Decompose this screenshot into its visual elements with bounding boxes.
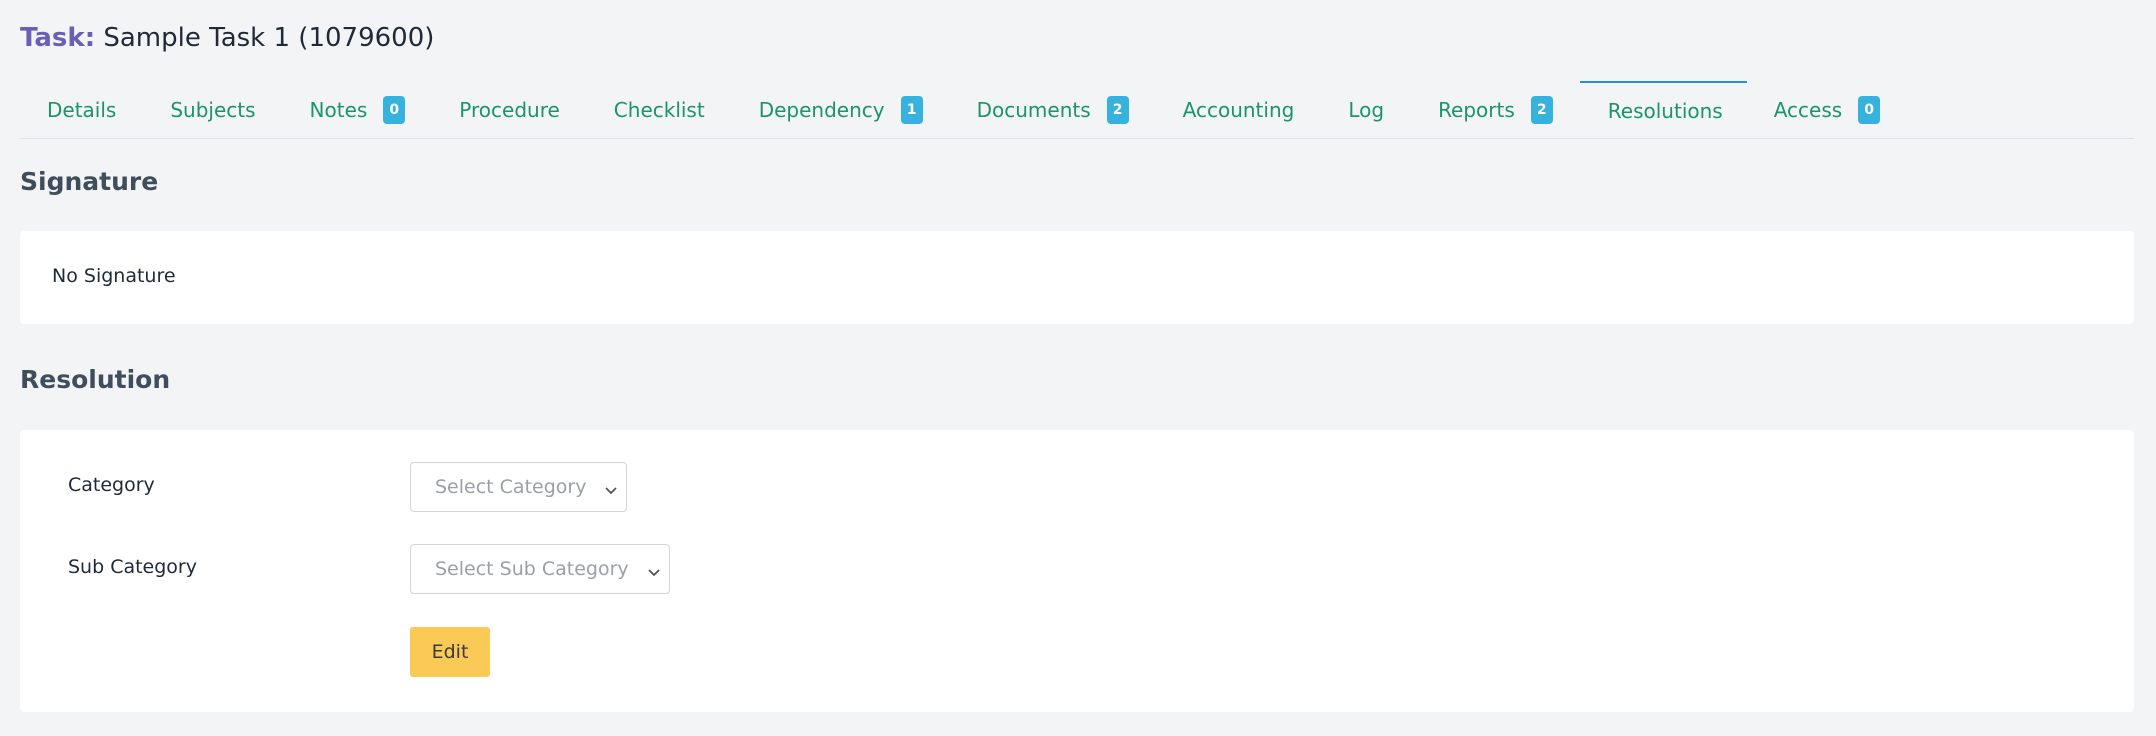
tab-label: Notes (309, 98, 368, 122)
count-badge: 2 (1530, 96, 1553, 124)
tab-label: Dependency (758, 98, 885, 122)
subcategory-label: Sub Category (68, 556, 197, 578)
tab-dependency[interactable]: Dependency 1 (732, 82, 950, 138)
resolution-heading: Resolution (20, 365, 171, 394)
category-label: Category (68, 474, 155, 496)
chevron-down-icon (604, 480, 618, 495)
resolution-card: Category Select Category Sub Category Se… (20, 430, 2134, 712)
subcategory-select-value: Select Sub Category (435, 558, 629, 580)
count-badge: 0 (383, 96, 406, 124)
tab-accounting[interactable]: Accounting (1156, 82, 1322, 138)
tab-subjects[interactable]: Subjects (143, 82, 282, 138)
subcategory-select[interactable]: Select Sub Category (410, 544, 670, 594)
tab-label: Procedure (459, 98, 560, 122)
tab-details[interactable]: Details (20, 82, 143, 138)
signature-heading: Signature (20, 167, 159, 196)
tab-access[interactable]: Access 0 (1747, 82, 1907, 138)
tab-checklist[interactable]: Checklist (587, 82, 732, 138)
tab-label: Access (1773, 98, 1843, 122)
signature-card: No Signature (20, 231, 2134, 324)
tab-label: Resolutions (1607, 99, 1723, 123)
tab-label: Subjects (170, 98, 256, 122)
category-select-value: Select Category (435, 476, 587, 498)
count-badge: 2 (1106, 96, 1129, 124)
tab-label: Reports (1438, 98, 1515, 122)
chevron-down-icon (647, 562, 661, 577)
tab-log[interactable]: Log (1321, 82, 1411, 138)
count-badge: 1 (900, 96, 923, 124)
page: Task: Sample Task 1 (1079600) Details Su… (0, 0, 2156, 736)
tab-label: Documents (976, 98, 1091, 122)
tab-label: Details (47, 98, 117, 122)
page-title: Task: Sample Task 1 (1079600) (20, 20, 434, 56)
tab-resolutions[interactable]: Resolutions (1579, 81, 1747, 137)
tab-label: Accounting (1182, 98, 1295, 122)
tab-label: Checklist (613, 98, 705, 122)
tab-reports[interactable]: Reports 2 (1411, 82, 1580, 138)
tab-notes[interactable]: Notes 0 (283, 82, 433, 138)
tab-label: Log (1348, 98, 1385, 122)
task-label: Task: (20, 23, 96, 53)
tab-documents[interactable]: Documents 2 (950, 82, 1156, 138)
category-select[interactable]: Select Category (410, 462, 627, 512)
edit-button[interactable]: Edit (410, 627, 490, 677)
task-name: Sample Task 1 (1079600) (103, 23, 435, 53)
tab-bar: Details Subjects Notes 0 Procedure Check… (20, 81, 2134, 139)
count-badge: 0 (1858, 96, 1881, 124)
tab-procedure[interactable]: Procedure (432, 82, 587, 138)
signature-status: No Signature (52, 265, 176, 287)
